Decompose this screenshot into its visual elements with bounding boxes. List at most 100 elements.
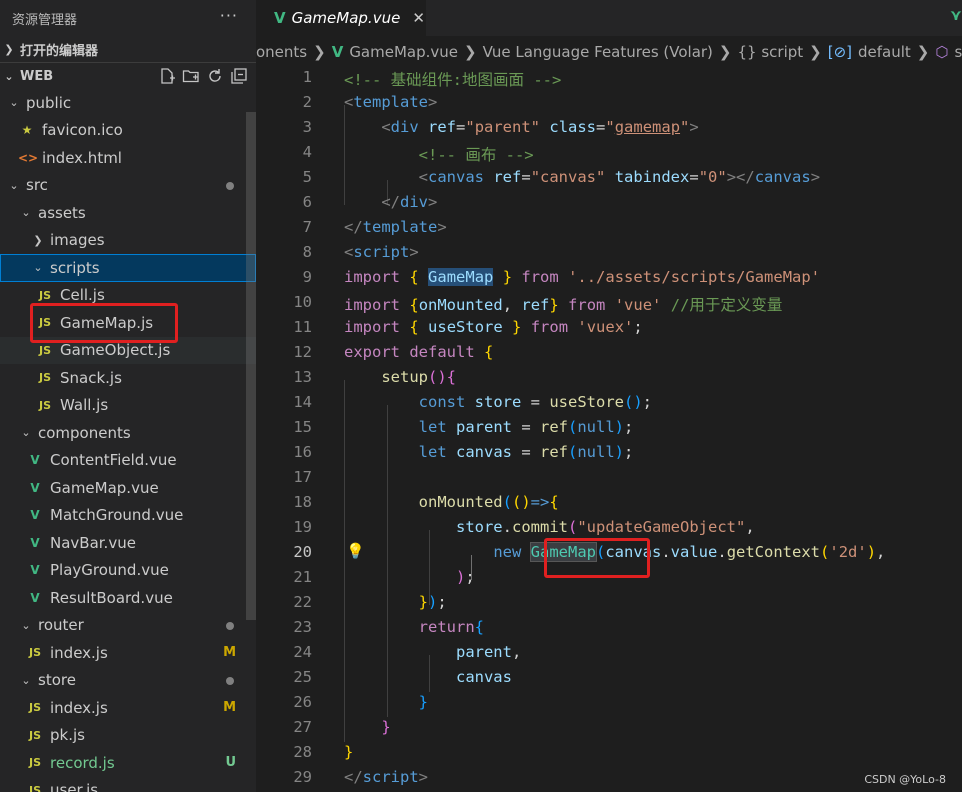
tree-folder[interactable]: ⌄ assets bbox=[0, 199, 256, 227]
tree-file[interactable]: JS record.js U bbox=[0, 749, 256, 777]
chevron-down-icon: ⌄ bbox=[9, 178, 19, 192]
tree-folder[interactable]: ⌄ store bbox=[0, 667, 256, 695]
code-token: { bbox=[409, 296, 419, 314]
open-editors-section[interactable]: ❯ 打开的编辑器 bbox=[0, 36, 256, 62]
line-number: 25 bbox=[293, 668, 312, 686]
line-number: 11 bbox=[293, 318, 312, 336]
code-token: useStore bbox=[549, 393, 624, 411]
tree-file[interactable]: V ContentField.vue bbox=[0, 447, 256, 475]
code-token: ) bbox=[614, 418, 625, 436]
breadcrumb-item[interactable]: {} script bbox=[737, 43, 803, 61]
code-line: </template> bbox=[344, 218, 447, 236]
tree-file[interactable]: JS pk.js bbox=[0, 722, 256, 750]
code-token: from bbox=[521, 268, 559, 286]
code-line: import { useStore } from 'vuex'; bbox=[344, 318, 643, 336]
tree-folder[interactable]: ⌄ public bbox=[0, 89, 256, 117]
code-token: parent bbox=[456, 418, 512, 436]
explorer-header: 资源管理器 ··· bbox=[0, 0, 256, 36]
js-file-icon: JS bbox=[28, 646, 41, 660]
code-token: 'vue' bbox=[614, 296, 662, 314]
tree-file[interactable]: JS Cell.js bbox=[0, 282, 256, 310]
breadcrumb-item[interactable]: GameMap.vue bbox=[349, 43, 458, 61]
tree-file[interactable]: V PlayGround.vue bbox=[0, 557, 256, 585]
code-token: ref bbox=[540, 418, 568, 436]
tree-folder[interactable]: ⌄ scripts bbox=[0, 254, 256, 282]
close-icon[interactable]: ✕ bbox=[412, 9, 425, 27]
tree-item-label: Cell.js bbox=[60, 286, 105, 305]
tree-item-label: Snack.js bbox=[60, 368, 122, 387]
code-token: 'vuex' bbox=[577, 318, 634, 336]
code-token: = bbox=[521, 168, 531, 186]
code-token: , bbox=[511, 643, 522, 661]
tree-file[interactable]: V GameMap.vue bbox=[0, 474, 256, 502]
code-line: new GameMap(canvas.value.getContext('2d'… bbox=[344, 542, 885, 562]
js-file-icon: JS bbox=[38, 288, 51, 302]
tree-file[interactable]: V MatchGround.vue bbox=[0, 502, 256, 530]
breadcrumb-item[interactable]: Vue Language Features (Volar) bbox=[483, 43, 713, 61]
vue-icon[interactable]: ⋎ bbox=[950, 6, 962, 24]
code-token: null bbox=[577, 443, 615, 461]
code-line: <canvas ref="canvas" tabindex="0"></canv… bbox=[344, 168, 820, 186]
tree-folder[interactable]: ⌄ components bbox=[0, 419, 256, 447]
new-folder-icon[interactable] bbox=[182, 67, 200, 85]
line-number: 29 bbox=[293, 768, 312, 786]
code-token: ( bbox=[502, 493, 512, 511]
js-file-icon: JS bbox=[28, 756, 41, 770]
code-token: ; bbox=[465, 568, 475, 586]
code-token: , bbox=[745, 518, 755, 536]
sidebar-scrollbar[interactable] bbox=[246, 112, 256, 620]
tree-file[interactable]: JS index.js M bbox=[0, 639, 256, 667]
collapse-all-icon[interactable] bbox=[230, 67, 248, 85]
vue-file-icon: V bbox=[30, 508, 40, 523]
code-token: } bbox=[344, 743, 354, 761]
tree-folder[interactable]: ❯ images bbox=[0, 227, 256, 255]
more-actions-icon[interactable]: ··· bbox=[220, 6, 238, 25]
tree-file[interactable]: JS Snack.js bbox=[0, 364, 256, 392]
breadcrumb-item[interactable]: setup bbox=[954, 43, 962, 61]
code-token: let bbox=[418, 443, 447, 461]
refresh-icon[interactable] bbox=[206, 67, 224, 85]
tree-file[interactable]: JS Wall.js bbox=[0, 392, 256, 420]
tab-gamemap-vue[interactable]: V GameMap.vue ✕ bbox=[256, 0, 426, 36]
tree-folder[interactable]: ⌄ router bbox=[0, 612, 256, 640]
code-editor[interactable]: 💡 1 <!-- 基础组件:地图画面 --> 2 <template> 3 <div r… bbox=[256, 68, 962, 792]
tree-file[interactable]: JS GameObject.js bbox=[0, 336, 256, 364]
tree-file[interactable]: V NavBar.vue bbox=[0, 529, 256, 557]
git-status-badge: M bbox=[223, 700, 236, 716]
tree-item-label: MatchGround.vue bbox=[50, 506, 184, 525]
tree-item-label: router bbox=[38, 616, 84, 635]
tree-file[interactable]: <> index.html bbox=[0, 144, 256, 172]
tree-file[interactable]: ★ favicon.ico bbox=[0, 117, 256, 145]
code-token: const bbox=[418, 393, 466, 411]
new-file-icon[interactable] bbox=[158, 67, 176, 85]
code-token: import bbox=[344, 318, 400, 336]
code-token: . bbox=[661, 543, 671, 561]
tree-item-label: index.js bbox=[50, 643, 108, 662]
tree-file[interactable]: JS GameMap.js bbox=[0, 309, 256, 337]
code-line: </script> bbox=[344, 768, 428, 786]
tree-item-label: user.js bbox=[50, 781, 99, 792]
html-file-icon: <> bbox=[18, 150, 39, 165]
breadcrumb-item[interactable]: onents bbox=[256, 43, 307, 61]
breadcrumb-item[interactable]: default bbox=[858, 43, 911, 61]
code-token: GameMap bbox=[428, 268, 494, 286]
code-line: parent, bbox=[344, 643, 521, 661]
chevron-down-icon: ⌄ bbox=[4, 69, 14, 83]
tree-file[interactable]: JS user.js bbox=[0, 777, 256, 792]
tree-file[interactable]: JS index.js M bbox=[0, 694, 256, 722]
code-line: <script> bbox=[344, 243, 419, 261]
tree-folder[interactable]: ⌄ src bbox=[0, 172, 256, 200]
workspace-section[interactable]: ⌄ WEB bbox=[0, 62, 256, 89]
tree-file[interactable]: V ResultBoard.vue bbox=[0, 584, 256, 612]
vue-file-icon: V bbox=[30, 590, 40, 605]
